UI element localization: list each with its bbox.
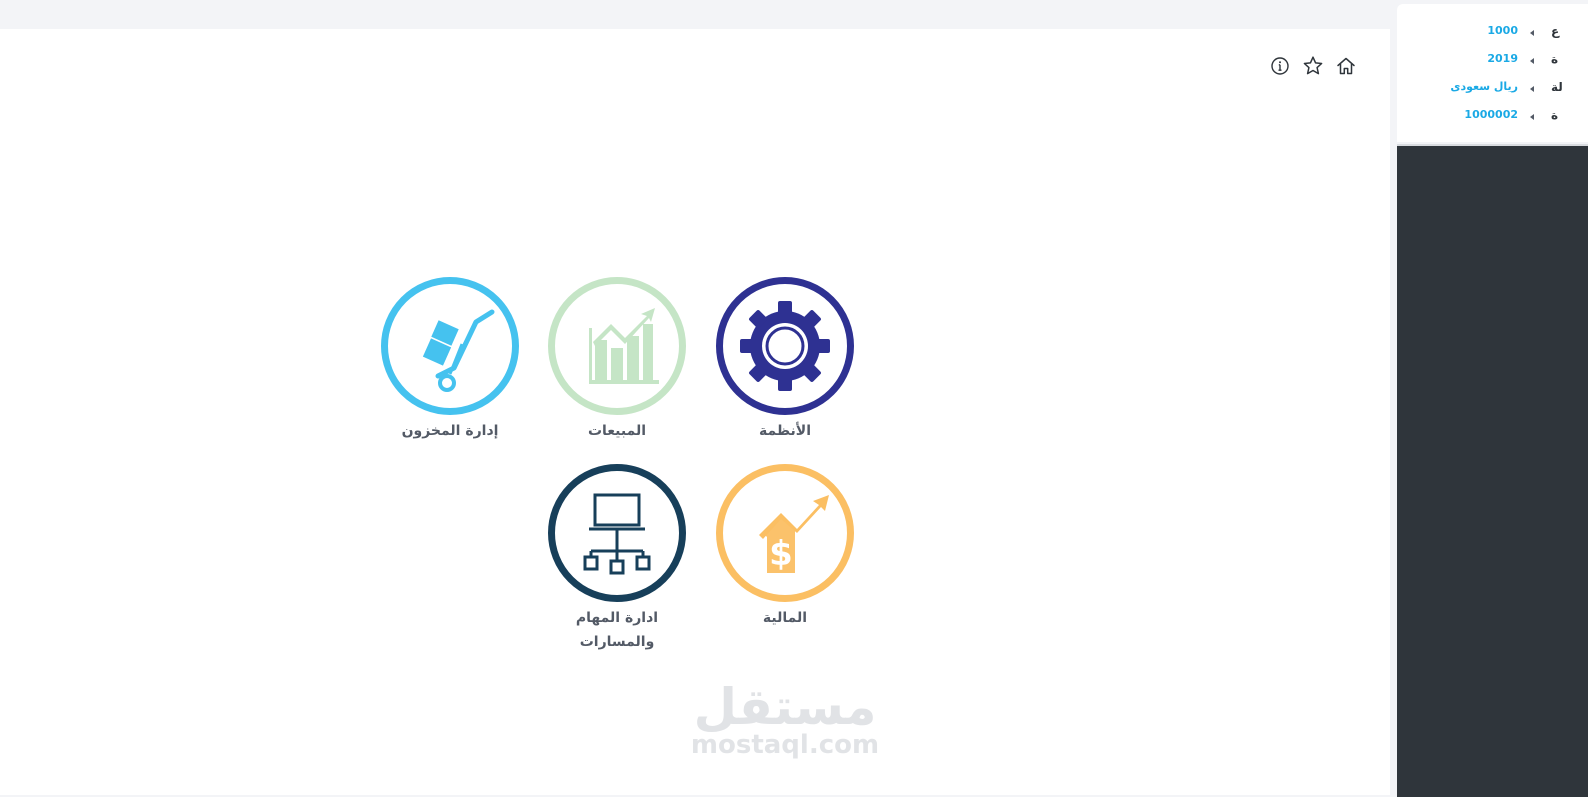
info-row[interactable]: ريال سعودى لة [1397, 78, 1588, 100]
caret-left-icon [1530, 86, 1534, 92]
info-row-label: ة [1551, 108, 1559, 122]
module-tasks[interactable]: ادارة المهام والمسارات [532, 464, 702, 654]
module-tasks-ring [548, 464, 686, 602]
info-row-value: 2019 [1487, 52, 1518, 65]
module-finance-ring: $ [716, 464, 854, 602]
dollar-growth-icon: $ [759, 495, 829, 574]
toolbar [1268, 54, 1360, 80]
module-finance[interactable]: $ المالية [700, 464, 870, 630]
watermark-arabic: مستقل [693, 678, 877, 736]
info-row[interactable]: 1000002 ة [1397, 106, 1588, 128]
module-sales-label: المبيعات [587, 423, 647, 439]
info-row-label: ع [1551, 24, 1560, 38]
module-tasks-label-line1: ادارة المهام [575, 610, 659, 626]
star-icon[interactable] [1301, 54, 1325, 78]
hand-truck-icon [422, 309, 495, 392]
module-inventory[interactable]: إدارة المخزون [365, 277, 535, 443]
module-systems-label: الأنظمة [759, 423, 811, 439]
info-row-value: ريال سعودى [1450, 80, 1518, 93]
info-icon[interactable] [1268, 54, 1292, 78]
module-systems-ring [716, 277, 854, 415]
info-row-value: 1000002 [1464, 108, 1518, 121]
bar-chart-growth-icon [589, 308, 659, 384]
home-icon[interactable] [1334, 54, 1358, 78]
gear-icon [740, 301, 830, 391]
info-row-label: ة [1551, 52, 1559, 66]
module-sales[interactable]: المبيعات [532, 277, 702, 443]
module-inventory-label: إدارة المخزون [401, 423, 499, 439]
info-row[interactable]: 2019 ة [1397, 50, 1588, 72]
module-systems[interactable]: الأنظمة [700, 277, 870, 443]
watermark-latin: mostaql.com [690, 730, 880, 760]
sidebar-dark-area [1397, 144, 1588, 797]
module-inventory-ring [381, 277, 519, 415]
caret-left-icon [1530, 114, 1534, 120]
caret-left-icon [1530, 30, 1534, 36]
module-tasks-label-line2: والمسارات [579, 634, 655, 650]
info-row[interactable]: 1000 ع [1397, 22, 1588, 44]
module-finance-label: المالية [762, 610, 808, 626]
info-card: 1000 ع 2019 ة ريال سعودى لة 1000002 ة [1397, 4, 1588, 142]
watermark: مستقل mostaql.com [680, 676, 890, 776]
svg-text:$: $ [769, 534, 793, 574]
info-row-label: لة [1551, 80, 1563, 94]
network-monitor-icon [583, 493, 651, 575]
module-sales-ring [548, 277, 686, 415]
side-panel: 1000 ع 2019 ة ريال سعودى لة 1000002 ة [1397, 0, 1588, 797]
module-tasks-label: ادارة المهام والمسارات [532, 606, 702, 654]
info-row-value: 1000 [1487, 24, 1518, 37]
caret-left-icon [1530, 58, 1534, 64]
